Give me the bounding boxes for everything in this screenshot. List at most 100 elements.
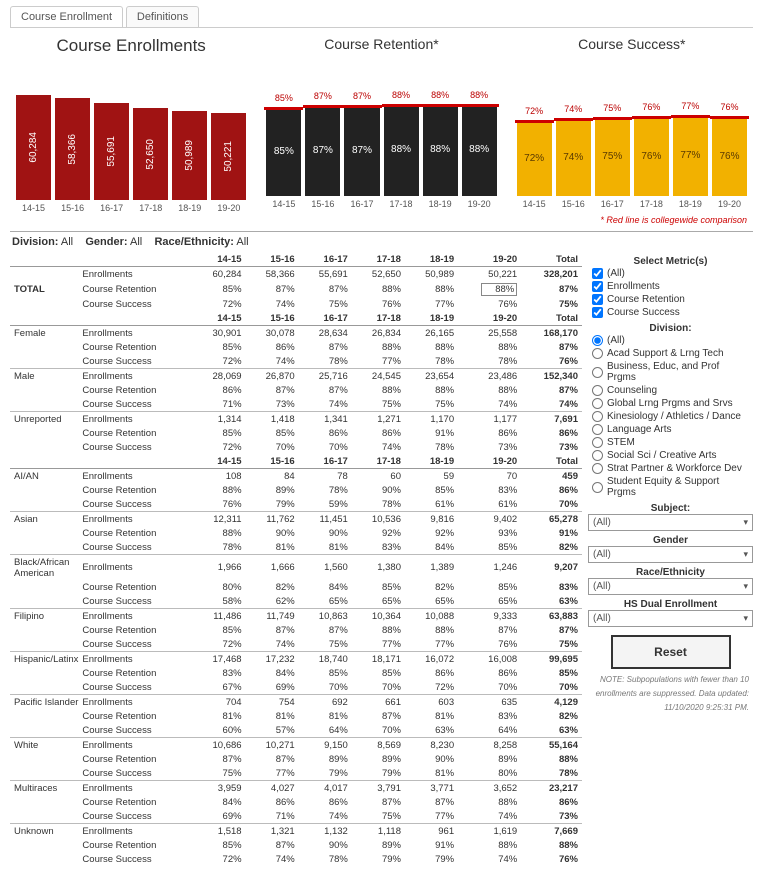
cell-value: 65% — [352, 594, 405, 609]
redline-label: 75% — [603, 103, 621, 117]
cell-value: 90% — [246, 526, 299, 540]
division-radio[interactable] — [592, 411, 603, 422]
cell-value: 63% — [521, 723, 582, 738]
bar-col: 75%75%16-17 — [595, 54, 630, 209]
division-option[interactable]: Acad Support & Lrng Tech — [588, 347, 753, 360]
division-option[interactable]: Language Arts — [588, 423, 753, 436]
dual-dropdown[interactable]: (All)▾ — [588, 610, 753, 627]
division-option[interactable]: Global Lrng Prgms and Srvs — [588, 397, 753, 410]
division-radio[interactable] — [592, 450, 603, 461]
redline-label: 77% — [681, 101, 699, 115]
cell-value: 88% — [521, 838, 582, 852]
division-option[interactable]: Counseling — [588, 384, 753, 397]
cell-value: 84% — [405, 540, 458, 555]
cell-value: 78% — [299, 483, 352, 497]
cell-value: 52,650 — [352, 267, 405, 282]
cell-value: 79% — [299, 766, 352, 781]
division-radio[interactable] — [592, 463, 603, 474]
metric-label: Course Success — [607, 307, 680, 318]
gender-dropdown[interactable]: (All)▾ — [588, 546, 753, 563]
division-option[interactable]: STEM — [588, 436, 753, 449]
metric-option[interactable]: Enrollments — [588, 280, 753, 293]
race-dropdown[interactable]: (All)▾ — [588, 578, 753, 595]
metric-checkbox[interactable] — [592, 268, 603, 279]
division-radio[interactable] — [592, 424, 603, 435]
cell-value: 152,340 — [521, 369, 582, 384]
metric-option[interactable]: (All) — [588, 267, 753, 280]
cell-value: 7,691 — [521, 412, 582, 427]
metric-checkbox[interactable] — [592, 281, 603, 292]
cell-value: 60,284 — [192, 267, 245, 282]
bar: 72% — [517, 120, 552, 196]
cell-value: 86% — [521, 483, 582, 497]
table-row: WhiteEnrollments10,68610,2719,1508,5698,… — [10, 738, 582, 753]
cell-value: 26,834 — [352, 326, 405, 341]
metric-label: Enrollments — [607, 281, 660, 292]
division-option[interactable]: (All) — [588, 334, 753, 347]
table-row: Course Success72%74%75%77%77%76%75% — [10, 637, 582, 652]
cell-value: 62% — [246, 594, 299, 609]
bar-col: 60,28414-15 — [16, 58, 51, 213]
cell-value: 87% — [299, 383, 352, 397]
cell-value: 79% — [352, 852, 405, 866]
division-option[interactable]: Business, Educ, and Prof Prgms — [588, 360, 753, 384]
subject-dropdown[interactable]: (All)▾ — [588, 514, 753, 531]
bar-value: 76% — [641, 151, 661, 162]
division-radio[interactable] — [592, 437, 603, 448]
chart-0: Course Enrollments60,28414-1558,36615-16… — [10, 32, 252, 213]
bar-value: 76% — [719, 151, 739, 162]
table-row: Course Retention88%89%78%90%85%83%86% — [10, 483, 582, 497]
cell-value: 91% — [405, 426, 458, 440]
metric-checkbox[interactable] — [592, 294, 603, 305]
table-row: Course Retention84%86%86%87%87%88%86% — [10, 795, 582, 809]
division-radio[interactable] — [592, 335, 603, 346]
cell-value: 8,569 — [352, 738, 405, 753]
cell-value: 81% — [299, 709, 352, 723]
col-header: 16-17 — [299, 454, 352, 469]
division-radio[interactable] — [592, 348, 603, 359]
division-option[interactable]: Kinesiology / Athletics / Dance — [588, 410, 753, 423]
cell-value: 11,762 — [246, 512, 299, 527]
cell-value: 24,545 — [352, 369, 405, 384]
table-row: Course Retention80%82%84%85%82%85%83% — [10, 580, 582, 594]
division-radio[interactable] — [592, 398, 603, 409]
redline-label: 88% — [470, 90, 488, 104]
cell-value: 71% — [192, 397, 245, 412]
bar-value: 50,989 — [184, 140, 195, 171]
metric-label: Enrollments — [82, 412, 192, 427]
chart-1: Course Retention*85%85%14-1587%87%15-168… — [260, 32, 502, 213]
division-option[interactable]: Strat Partner & Workforce Dev — [588, 462, 753, 475]
metric-option[interactable]: Course Success — [588, 306, 753, 319]
cell-value: 83% — [458, 483, 521, 497]
cell-value: 76% — [458, 297, 521, 311]
metric-option[interactable]: Course Retention — [588, 293, 753, 306]
cell-value: 88% — [192, 483, 245, 497]
metric-label: Enrollments — [82, 267, 192, 282]
col-header: 16-17 — [299, 311, 352, 326]
division-radio[interactable] — [592, 367, 603, 378]
reset-button[interactable]: Reset — [611, 635, 731, 669]
cell-value: 88% — [352, 340, 405, 354]
metric-label: Course Success — [82, 637, 192, 652]
cell-value: 76% — [352, 297, 405, 311]
division-option[interactable]: Student Equity & Support Prgms — [588, 475, 753, 499]
metric-checkbox[interactable] — [592, 307, 603, 318]
division-radio[interactable] — [592, 385, 603, 396]
cell-value: 85% — [458, 540, 521, 555]
cell-value: 78% — [521, 766, 582, 781]
division-radio[interactable] — [592, 482, 603, 493]
col-header: 19-20 — [458, 252, 521, 267]
tab-course-enrollment[interactable]: Course Enrollment — [10, 6, 123, 27]
bar-col: 77%77%18-19 — [673, 54, 708, 209]
cell-value: 50,221 — [458, 267, 521, 282]
bar-value: 88% — [469, 144, 489, 155]
bar: 87% — [344, 105, 379, 196]
footnote: enrollments are suppressed. Data updated… — [588, 687, 753, 701]
cell-value: 459 — [521, 469, 582, 484]
division-option[interactable]: Social Sci / Creative Arts — [588, 449, 753, 462]
metric-label: Enrollments — [82, 369, 192, 384]
tab-definitions[interactable]: Definitions — [126, 6, 199, 27]
metric-label: Enrollments — [82, 824, 192, 839]
cell-value: 86% — [299, 795, 352, 809]
cell-value: 69% — [192, 809, 245, 824]
